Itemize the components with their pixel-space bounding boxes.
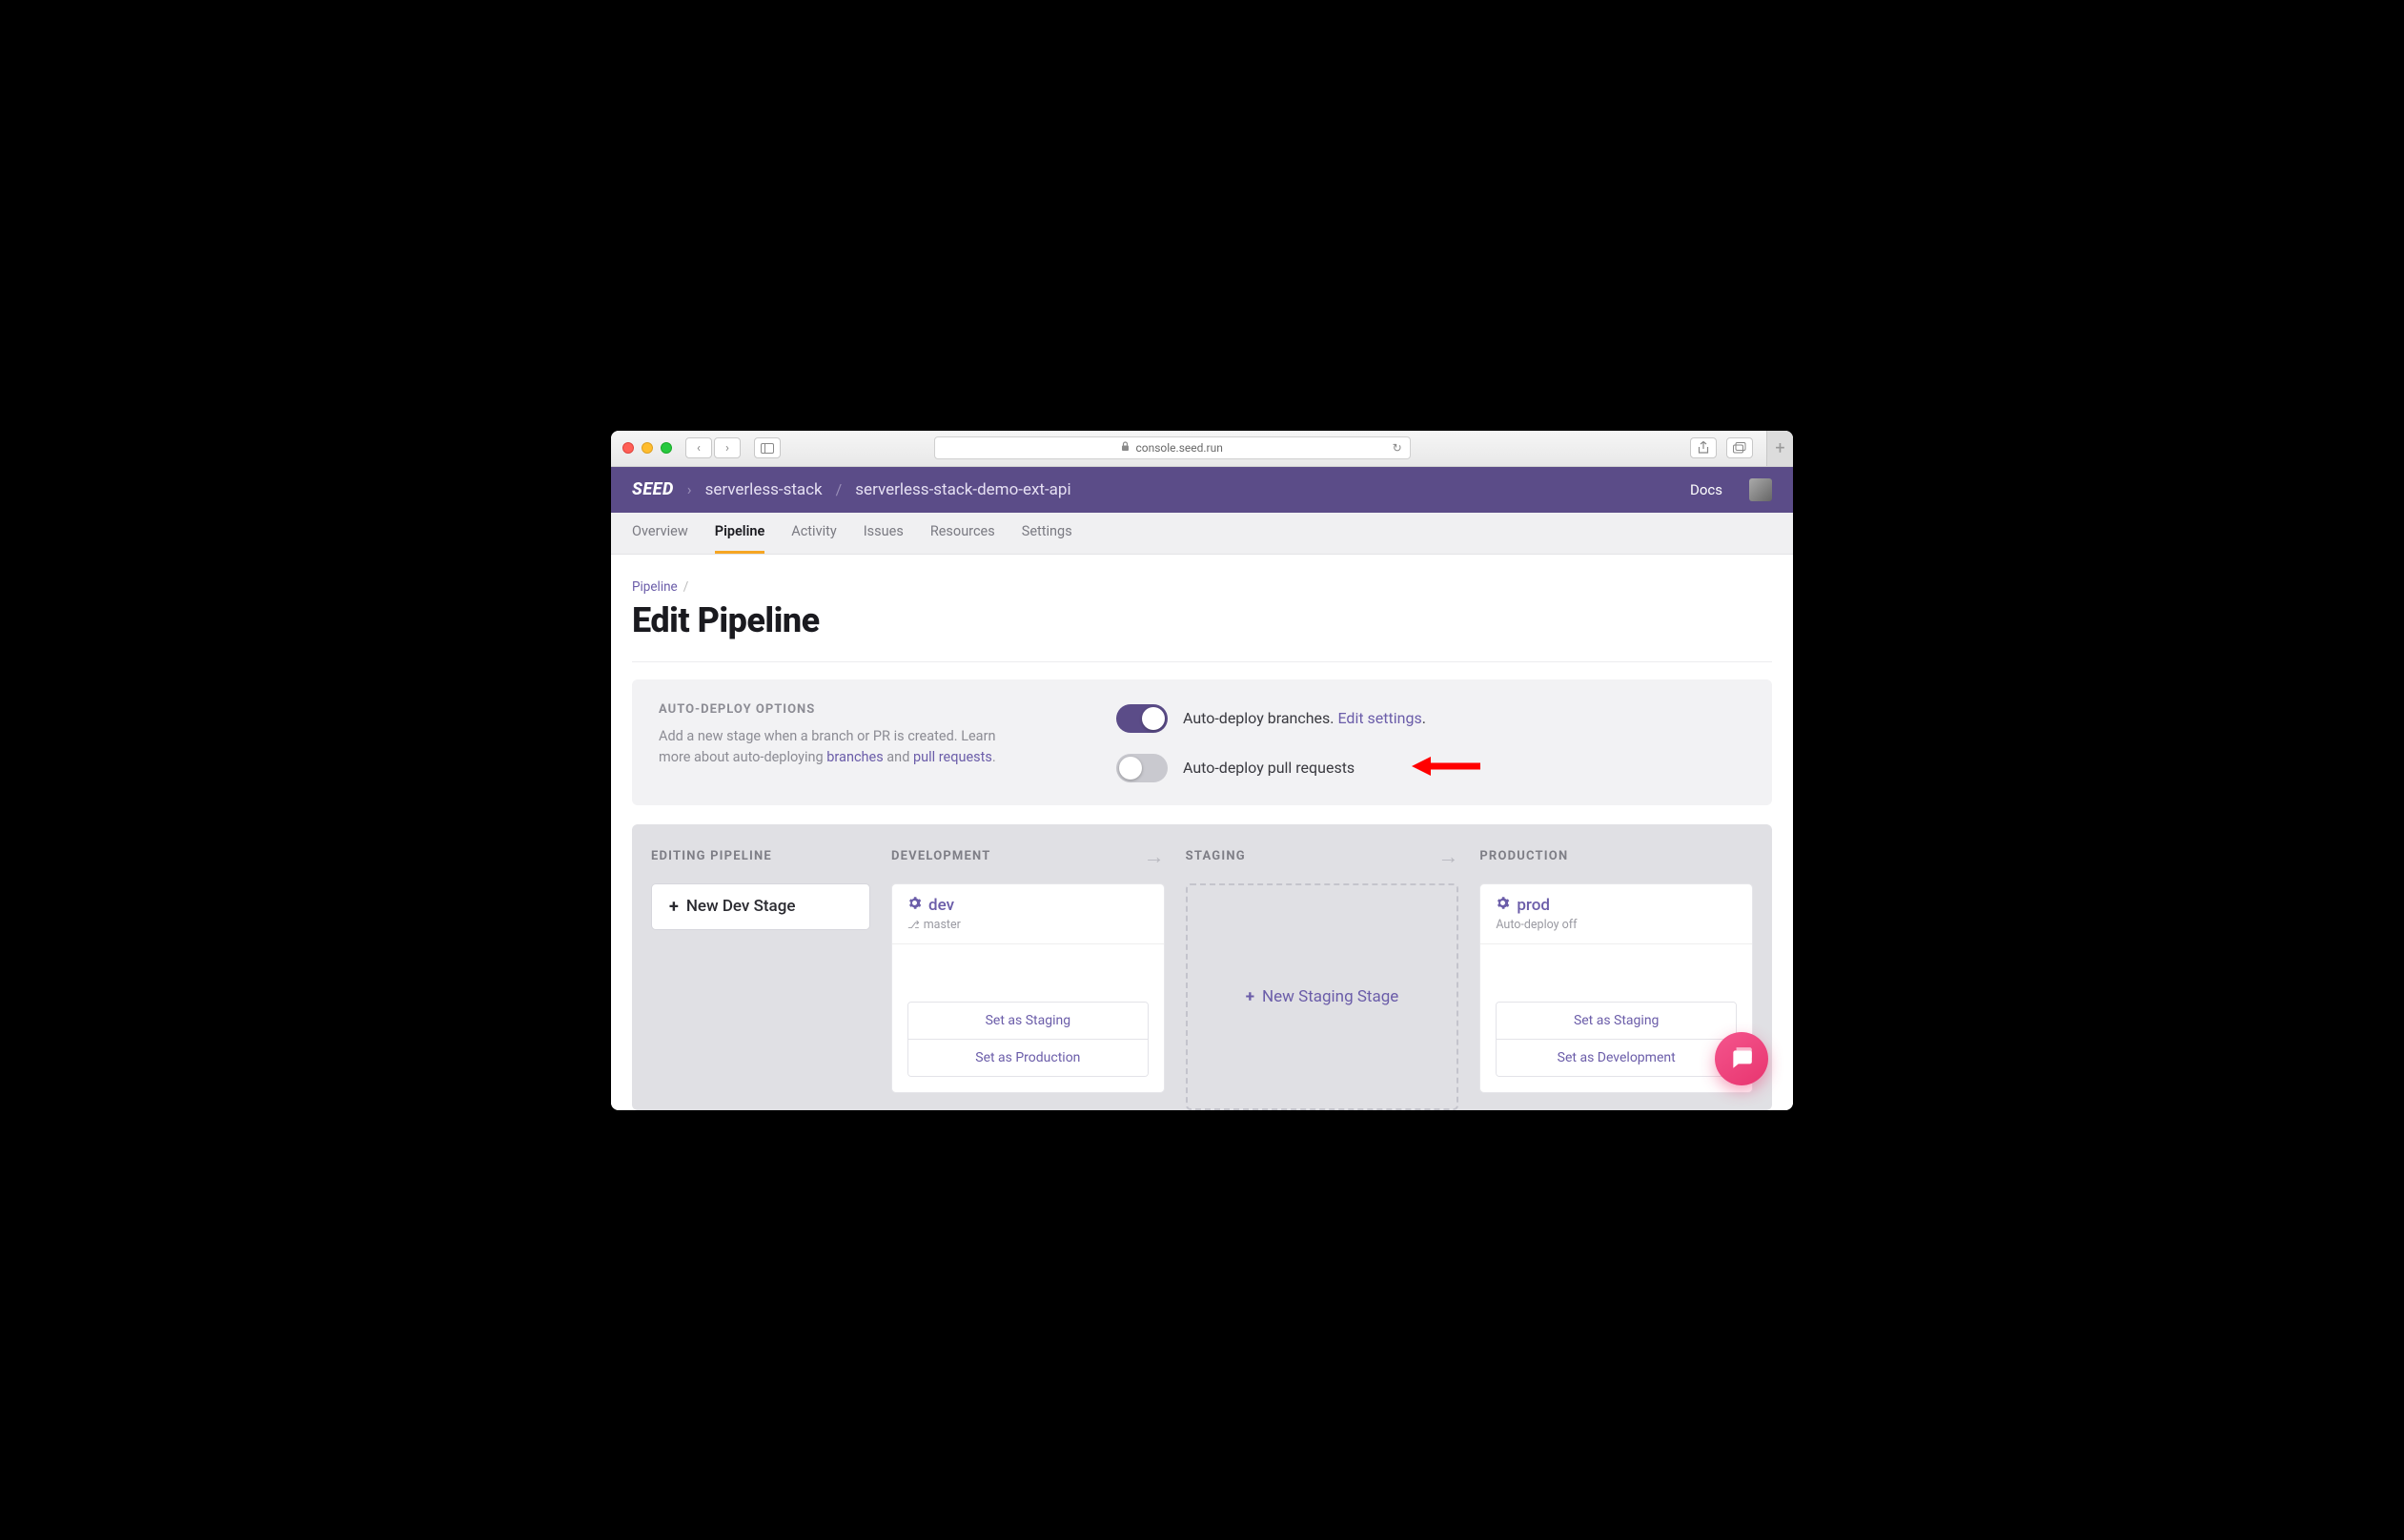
tab-overview[interactable]: Overview xyxy=(632,513,688,554)
close-window-button[interactable] xyxy=(622,442,634,454)
forward-button[interactable]: › xyxy=(714,437,741,458)
app-header: SEED › serverless-stack / serverless-sta… xyxy=(611,467,1793,513)
production-column-title: PRODUCTION xyxy=(1479,849,1568,863)
arrow-right-icon: → xyxy=(1144,844,1165,869)
maximize-window-button[interactable] xyxy=(661,442,672,454)
dev-stage-name[interactable]: dev xyxy=(907,896,1149,915)
share-button[interactable] xyxy=(1690,437,1717,458)
page-title: Edit Pipeline xyxy=(632,600,1772,640)
pull-requests-link[interactable]: pull requests xyxy=(913,749,992,765)
set-as-staging-button[interactable]: Set as Staging xyxy=(1497,1003,1736,1040)
new-staging-stage-button[interactable]: + New Staging Stage xyxy=(1186,883,1459,1110)
url-text: console.seed.run xyxy=(1135,441,1222,455)
breadcrumb-pipeline-link[interactable]: Pipeline xyxy=(632,579,678,595)
plus-icon: + xyxy=(669,897,679,917)
chat-button[interactable] xyxy=(1715,1032,1768,1085)
tab-issues[interactable]: Issues xyxy=(864,513,904,554)
new-dev-stage-button[interactable]: + New Dev Stage xyxy=(651,883,870,930)
gear-icon xyxy=(1496,896,1510,915)
sidebar-toggle-button[interactable] xyxy=(754,437,781,458)
prod-stage-actions: Set as Staging Set as Development xyxy=(1496,1002,1737,1077)
chevron-right-icon: › xyxy=(687,480,692,498)
auto-deploy-prs-label: Auto-deploy pull requests xyxy=(1183,759,1355,777)
address-bar[interactable]: console.seed.run ↻ xyxy=(934,436,1411,459)
branch-icon: ⎇ xyxy=(907,919,920,931)
reload-icon[interactable]: ↻ xyxy=(1393,441,1402,455)
back-button[interactable]: ‹ xyxy=(685,437,712,458)
set-as-staging-button[interactable]: Set as Staging xyxy=(908,1003,1148,1040)
tabs-button[interactable] xyxy=(1726,437,1753,458)
auto-deploy-branches-toggle[interactable] xyxy=(1116,704,1168,733)
auto-deploy-panel: AUTO-DEPLOY OPTIONS Add a new stage when… xyxy=(632,679,1772,805)
breadcrumb-org[interactable]: serverless-stack xyxy=(705,480,823,499)
browser-titlebar: ‹ › console.seed.run ↻ + xyxy=(611,431,1793,467)
pipeline-board: EDITING PIPELINE + New Dev Stage DEVELOP… xyxy=(632,824,1772,1110)
arrow-right-icon: → xyxy=(1437,844,1458,869)
breadcrumb-project[interactable]: serverless-stack-demo-ext-api xyxy=(855,480,1070,499)
editing-column-title: EDITING PIPELINE xyxy=(651,849,772,863)
lock-icon xyxy=(1121,441,1130,455)
avatar[interactable] xyxy=(1749,478,1772,501)
production-column: PRODUCTION prod Auto-deploy off xyxy=(1479,847,1753,1110)
staging-column-title: STAGING xyxy=(1186,849,1246,863)
tab-settings[interactable]: Settings xyxy=(1022,513,1072,554)
prod-stage-name[interactable]: prod xyxy=(1496,896,1737,915)
editing-column: EDITING PIPELINE + New Dev Stage xyxy=(651,847,870,1110)
auto-deploy-title: AUTO-DEPLOY OPTIONS xyxy=(659,702,1002,717)
gear-icon xyxy=(907,896,922,915)
edit-settings-link[interactable]: Edit settings xyxy=(1337,709,1421,727)
plus-icon: + xyxy=(1246,987,1254,1006)
auto-deploy-branches-label: Auto-deploy branches. Edit settings. xyxy=(1183,709,1426,727)
branches-link[interactable]: branches xyxy=(826,749,883,765)
dev-stage-actions: Set as Staging Set as Production xyxy=(907,1002,1149,1077)
new-tab-button[interactable]: + xyxy=(1766,431,1793,467)
tab-nav: Overview Pipeline Activity Issues Resour… xyxy=(611,513,1793,555)
logo[interactable]: SEED xyxy=(632,479,674,499)
divider xyxy=(632,661,1772,662)
minimize-window-button[interactable] xyxy=(642,442,653,454)
prod-stage-sub: Auto-deploy off xyxy=(1496,918,1737,932)
set-as-production-button[interactable]: Set as Production xyxy=(908,1040,1148,1076)
auto-deploy-description: Add a new stage when a branch or PR is c… xyxy=(659,726,1002,769)
set-as-development-button[interactable]: Set as Development xyxy=(1497,1040,1736,1076)
prod-stage-card: prod Auto-deploy off Set as Staging Set … xyxy=(1479,883,1753,1093)
breadcrumb: Pipeline / xyxy=(632,579,1772,595)
development-column: DEVELOPMENT → dev ⎇ master xyxy=(891,847,1165,1110)
development-column-title: DEVELOPMENT xyxy=(891,849,990,863)
dev-stage-branch: ⎇ master xyxy=(907,918,1149,932)
auto-deploy-prs-toggle[interactable] xyxy=(1116,754,1168,782)
dev-stage-card: dev ⎇ master Set as Staging Set as Produ… xyxy=(891,883,1165,1093)
tab-pipeline[interactable]: Pipeline xyxy=(715,513,764,554)
window-controls xyxy=(622,442,672,454)
tab-activity[interactable]: Activity xyxy=(791,513,836,554)
arrow-annotation-icon xyxy=(1412,754,1480,782)
docs-link[interactable]: Docs xyxy=(1690,481,1722,498)
staging-column: STAGING → + New Staging Stage xyxy=(1186,847,1459,1110)
tab-resources[interactable]: Resources xyxy=(930,513,995,554)
